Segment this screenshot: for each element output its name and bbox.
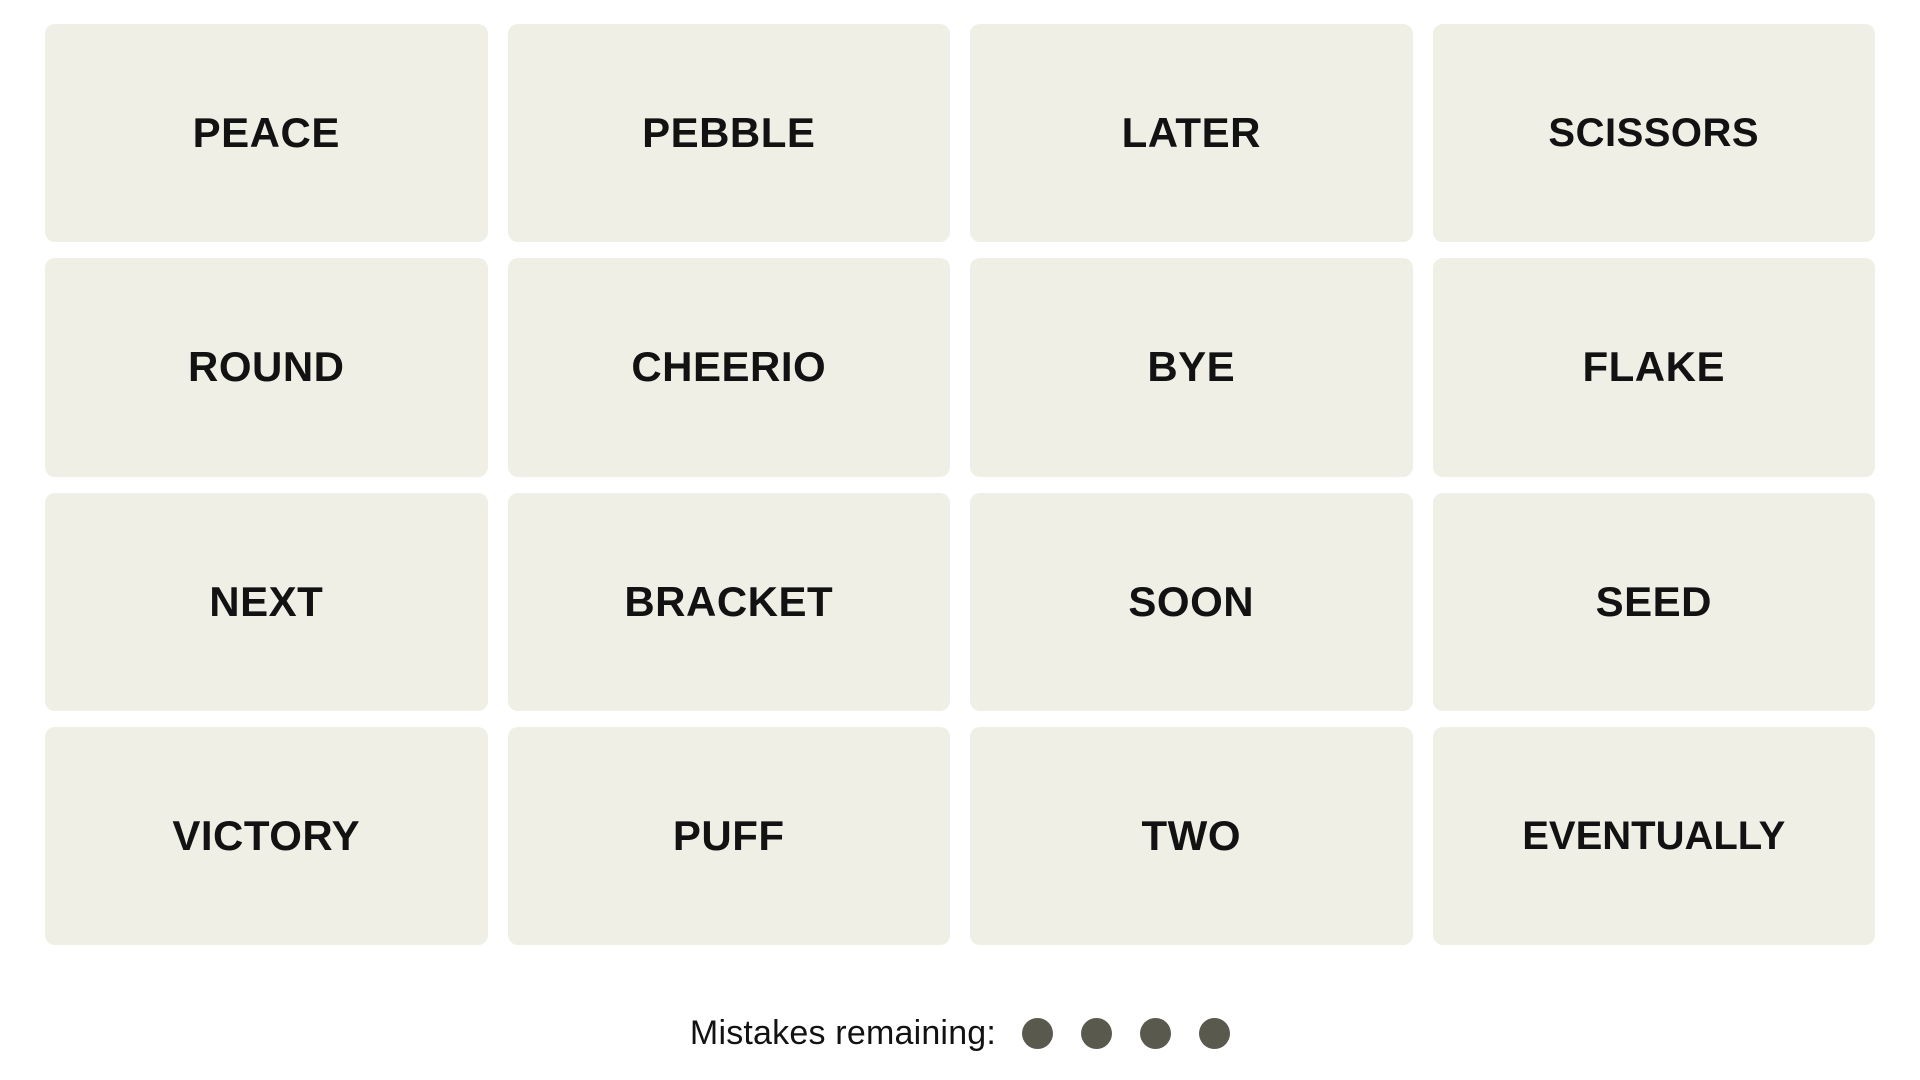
- word-tile-label: SEED: [1595, 577, 1712, 625]
- word-tile-round[interactable]: ROUND: [45, 258, 488, 477]
- word-tile-label: PEBBLE: [642, 109, 816, 157]
- word-tile-label: EVENTUALLY: [1522, 813, 1786, 858]
- word-tile-cheerio[interactable]: CHEERIO: [507, 258, 950, 477]
- word-tile-soon[interactable]: SOON: [970, 492, 1413, 711]
- word-tile-later[interactable]: LATER: [970, 24, 1413, 243]
- word-tile-peace[interactable]: PEACE: [45, 24, 488, 243]
- word-tile-puff[interactable]: PUFF: [507, 726, 950, 945]
- word-tile-label: BRACKET: [624, 577, 834, 625]
- word-tile-label: CHEERIO: [631, 343, 827, 391]
- mistake-dot-2: [1081, 1017, 1113, 1049]
- word-tile-label: TWO: [1141, 811, 1241, 859]
- word-tile-bracket[interactable]: BRACKET: [507, 492, 950, 711]
- mistakes-remaining-label: Mistakes remaining:: [689, 1014, 997, 1052]
- word-tile-label: LATER: [1121, 109, 1261, 157]
- word-tile-label: SOON: [1128, 577, 1255, 625]
- mistake-dot-1: [1022, 1017, 1054, 1049]
- word-tile-label: SCISSORS: [1548, 111, 1760, 156]
- word-tile-label: VICTORY: [172, 811, 361, 859]
- word-tile-pebble[interactable]: PEBBLE: [507, 24, 950, 243]
- word-tile-scissors[interactable]: SCISSORS: [1432, 24, 1875, 243]
- mistake-dot-4: [1199, 1017, 1231, 1049]
- word-tile-label: PUFF: [672, 811, 785, 859]
- word-tile-two[interactable]: TWO: [970, 726, 1413, 945]
- mistake-dot-3: [1140, 1017, 1172, 1049]
- word-tile-bye[interactable]: BYE: [970, 258, 1413, 477]
- word-tile-label: BYE: [1147, 343, 1236, 391]
- connections-game-board: PEACE PEBBLE LATER SCISSORS ROUND CHEERI…: [0, 0, 1920, 1080]
- word-tile-label: NEXT: [209, 577, 324, 625]
- word-tile-label: ROUND: [188, 343, 345, 391]
- mistakes-remaining-dots: [1022, 1017, 1231, 1049]
- word-tile-flake[interactable]: FLAKE: [1432, 258, 1875, 477]
- word-tile-eventually[interactable]: EVENTUALLY: [1432, 726, 1875, 945]
- word-tile-label: FLAKE: [1582, 343, 1725, 391]
- puzzle-grid: PEACE PEBBLE LATER SCISSORS ROUND CHEERI…: [45, 24, 1875, 945]
- word-tile-victory[interactable]: VICTORY: [45, 726, 488, 945]
- word-tile-seed[interactable]: SEED: [1432, 492, 1875, 711]
- word-tile-label: PEACE: [192, 109, 340, 157]
- mistakes-remaining-row: Mistakes remaining:: [0, 1010, 1920, 1056]
- word-tile-next[interactable]: NEXT: [45, 492, 488, 711]
